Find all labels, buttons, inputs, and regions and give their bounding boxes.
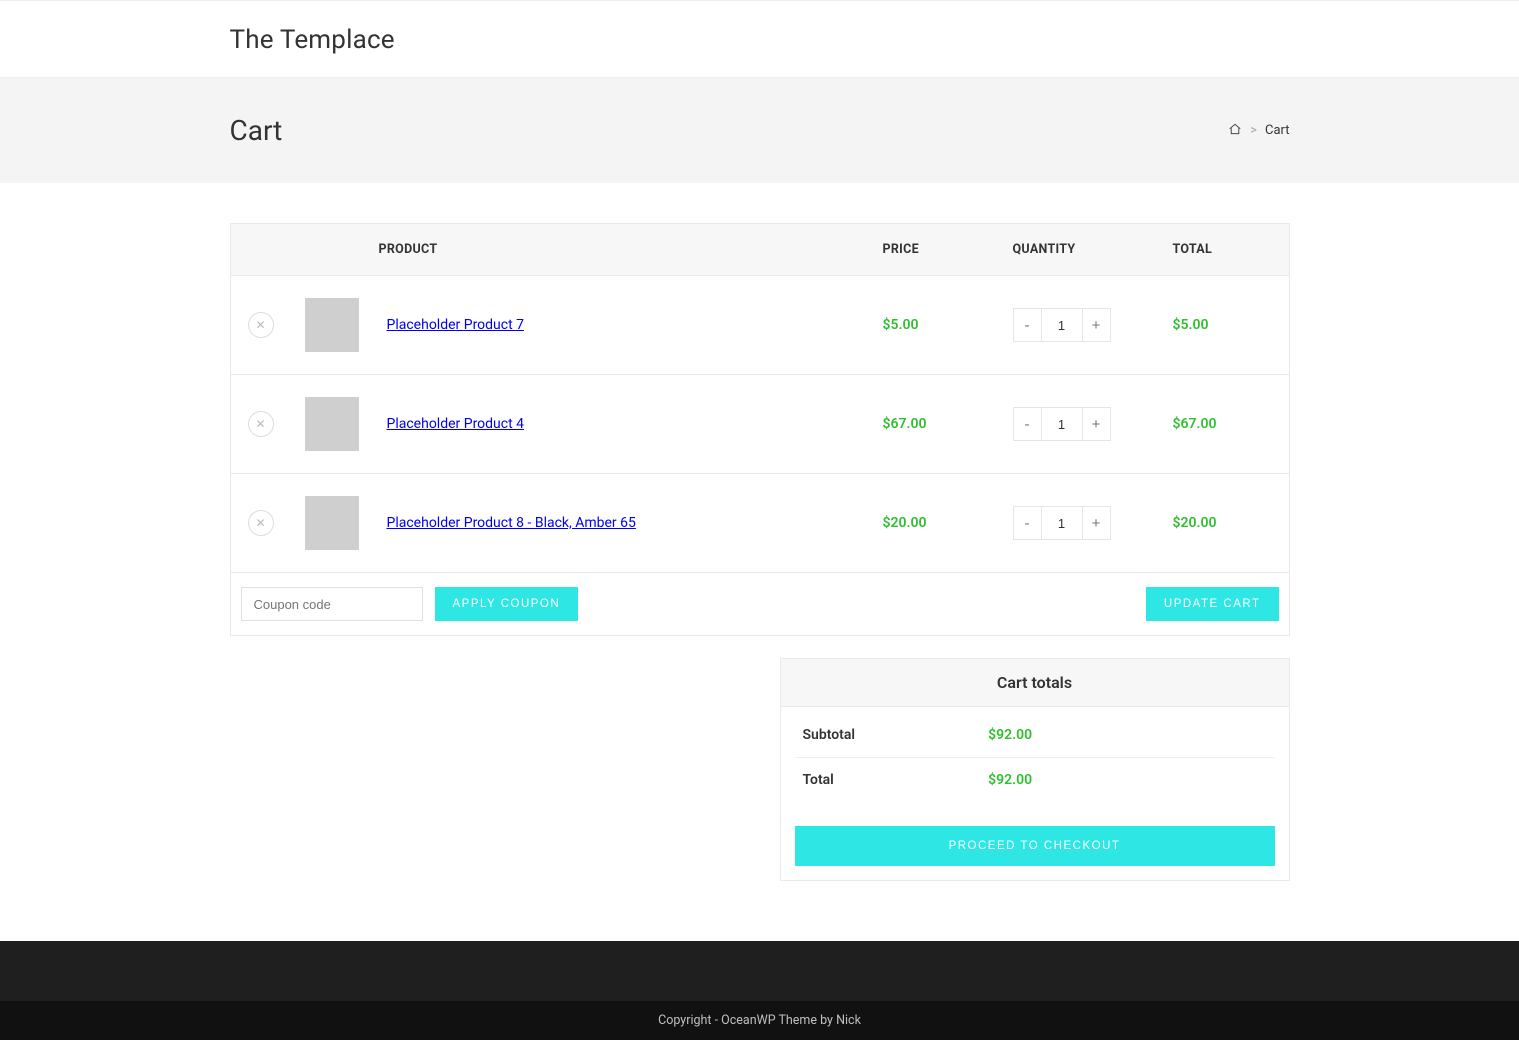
- quantity-stepper: - +: [1013, 308, 1111, 342]
- product-thumb-link[interactable]: [305, 397, 359, 451]
- table-row: ✕ Placeholder Product 8 - Black, Amber 6…: [231, 474, 1289, 572]
- site-footer: [0, 941, 1519, 1001]
- subtotal-row: Subtotal $92.00: [795, 713, 1275, 758]
- table-row: ✕ Placeholder Product 4 $67.00 - + $67.0…: [231, 375, 1289, 474]
- remove-button[interactable]: ✕: [248, 510, 274, 536]
- product-thumb: [305, 298, 359, 352]
- qty-decrease-button[interactable]: -: [1014, 309, 1041, 341]
- remove-button[interactable]: ✕: [248, 411, 274, 437]
- col-price: PRICE: [869, 224, 999, 276]
- remove-button[interactable]: ✕: [248, 312, 274, 338]
- line-total: $5.00: [1159, 276, 1289, 375]
- product-thumb: [305, 496, 359, 550]
- proceed-to-checkout-button[interactable]: PROCEED TO CHECKOUT: [795, 826, 1275, 866]
- cart-totals: Cart totals Subtotal $92.00 Total $92.00…: [780, 658, 1290, 881]
- qty-increase-button[interactable]: +: [1083, 309, 1110, 341]
- coupon-input[interactable]: [241, 587, 423, 621]
- total-value: $92.00: [988, 772, 1032, 788]
- product-price: $20.00: [869, 474, 999, 572]
- line-total: $20.00: [1159, 474, 1289, 572]
- qty-input[interactable]: [1041, 507, 1083, 539]
- close-icon: ✕: [255, 417, 265, 431]
- cart-actions: APPLY COUPON UPDATE CART: [230, 573, 1290, 636]
- page-title: Cart: [230, 114, 283, 147]
- coupon-form: APPLY COUPON: [241, 587, 579, 621]
- update-cart-button[interactable]: UPDATE CART: [1146, 587, 1279, 621]
- close-icon: ✕: [255, 318, 265, 332]
- copyright-bar: Copyright - OceanWP Theme by Nick: [0, 1001, 1519, 1040]
- product-price: $5.00: [869, 276, 999, 375]
- line-total: $67.00: [1159, 375, 1289, 474]
- col-remove: [231, 224, 291, 276]
- site-title[interactable]: The Templace: [230, 25, 1290, 55]
- total-row: Total $92.00: [795, 758, 1275, 802]
- cart-totals-heading: Cart totals: [781, 659, 1289, 707]
- qty-increase-button[interactable]: +: [1083, 408, 1110, 440]
- product-thumb-link[interactable]: [305, 298, 359, 352]
- breadcrumb-current: Cart: [1265, 123, 1290, 138]
- col-total: TOTAL: [1159, 224, 1289, 276]
- product-name-link[interactable]: Placeholder Product 4: [387, 416, 525, 432]
- page-title-bar: Cart > Cart: [0, 78, 1519, 183]
- breadcrumb: > Cart: [1228, 122, 1289, 140]
- subtotal-value: $92.00: [988, 727, 1032, 743]
- table-row: ✕ Placeholder Product 7 $5.00 - + $5.00: [231, 276, 1289, 375]
- col-product: PRODUCT: [373, 224, 869, 276]
- subtotal-label: Subtotal: [803, 727, 989, 743]
- breadcrumb-separator: >: [1250, 123, 1257, 138]
- cart-table: PRODUCT PRICE QUANTITY TOTAL ✕ Placehold…: [230, 223, 1290, 573]
- quantity-stepper: - +: [1013, 407, 1111, 441]
- total-label: Total: [803, 772, 989, 788]
- qty-input[interactable]: [1041, 309, 1083, 341]
- apply-coupon-button[interactable]: APPLY COUPON: [435, 587, 579, 621]
- product-thumb-link[interactable]: [305, 496, 359, 550]
- product-name-link[interactable]: Placeholder Product 7: [387, 317, 525, 333]
- product-thumb: [305, 397, 359, 451]
- home-icon: [1228, 122, 1242, 136]
- col-thumb: [291, 224, 373, 276]
- qty-decrease-button[interactable]: -: [1014, 408, 1041, 440]
- site-header: The Templace: [0, 1, 1519, 78]
- copyright-text: Copyright - OceanWP Theme by Nick: [658, 1013, 861, 1028]
- qty-decrease-button[interactable]: -: [1014, 507, 1041, 539]
- quantity-stepper: - +: [1013, 506, 1111, 540]
- col-quantity: QUANTITY: [999, 224, 1159, 276]
- product-name-link[interactable]: Placeholder Product 8 - Black, Amber 65: [387, 515, 636, 531]
- close-icon: ✕: [255, 516, 265, 530]
- qty-increase-button[interactable]: +: [1083, 507, 1110, 539]
- product-price: $67.00: [869, 375, 999, 474]
- qty-input[interactable]: [1041, 408, 1083, 440]
- breadcrumb-home[interactable]: [1228, 122, 1242, 140]
